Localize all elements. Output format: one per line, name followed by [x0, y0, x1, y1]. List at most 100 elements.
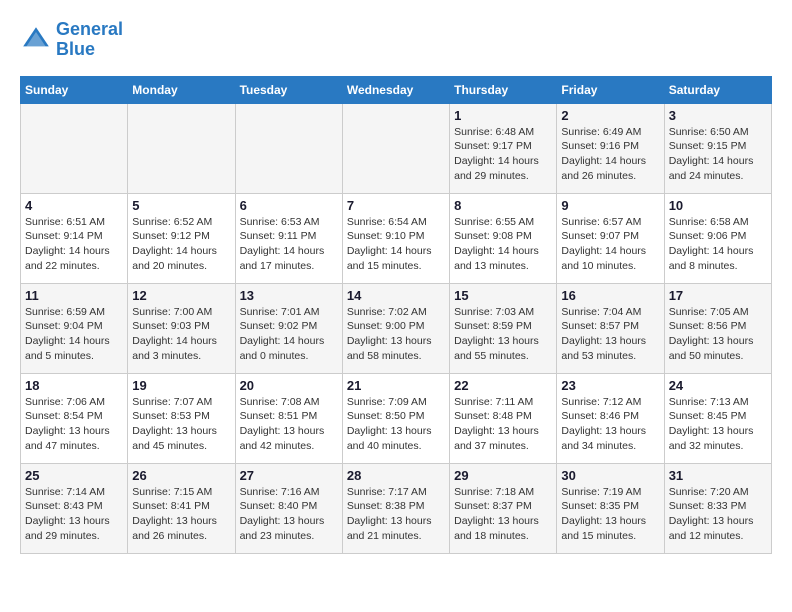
day-number: 8 [454, 198, 552, 213]
day-info: Sunrise: 7:13 AM Sunset: 8:45 PM Dayligh… [669, 395, 767, 454]
day-number: 14 [347, 288, 445, 303]
calendar-cell: 25Sunrise: 7:14 AM Sunset: 8:43 PM Dayli… [21, 463, 128, 553]
calendar-cell [235, 103, 342, 193]
day-info: Sunrise: 7:12 AM Sunset: 8:46 PM Dayligh… [561, 395, 659, 454]
day-info: Sunrise: 7:08 AM Sunset: 8:51 PM Dayligh… [240, 395, 338, 454]
calendar-cell: 9 Sunrise: 6:57 AM Sunset: 9:07 PM Daylig… [557, 193, 664, 283]
page-header: General Blue [20, 20, 772, 60]
day-info: Sunrise: 6:54 AM Sunset: 9:10 PM Dayligh… [347, 215, 445, 274]
calendar-cell: 14 Sunrise: 7:02 AM Sunset: 9:00 PM Dayli… [342, 283, 449, 373]
calendar-cell: 3 Sunrise: 6:50 AM Sunset: 9:15 PM Daylig… [664, 103, 771, 193]
calendar-cell: 13 Sunrise: 7:01 AM Sunset: 9:02 PM Dayli… [235, 283, 342, 373]
day-info: Sunrise: 7:00 AM Sunset: 9:03 PM Dayligh… [132, 305, 230, 364]
calendar-cell: 29 Sunrise: 7:18 AM Sunset: 8:37 PM Dayli… [450, 463, 557, 553]
day-info: Sunrise: 6:51 AM Sunset: 9:14 PM Dayligh… [25, 215, 123, 274]
day-number: 19 [132, 378, 230, 393]
day-number: 15 [454, 288, 552, 303]
weekday-header-tuesday: Tuesday [235, 76, 342, 103]
calendar-cell: 28 Sunrise: 7:17 AM Sunset: 8:38 PM Dayli… [342, 463, 449, 553]
day-info: Sunrise: 7:11 AM Sunset: 8:48 PM Dayligh… [454, 395, 552, 454]
day-number: 28 [347, 468, 445, 483]
day-info: Sunrise: 6:49 AM Sunset: 9:16 PM Dayligh… [561, 125, 659, 184]
calendar-cell [342, 103, 449, 193]
calendar-cell: 7 Sunrise: 6:54 AM Sunset: 9:10 PM Daylig… [342, 193, 449, 283]
calendar-cell: 16 Sunrise: 7:04 AM Sunset: 8:57 PM Dayli… [557, 283, 664, 373]
day-number: 11 [25, 288, 123, 303]
day-info: Sunrise: 7:04 AM Sunset: 8:57 PM Dayligh… [561, 305, 659, 364]
day-info: Sunrise: 7:05 AM Sunset: 8:56 PM Dayligh… [669, 305, 767, 364]
day-number: 25 [25, 468, 123, 483]
day-info: Sunrise: 7:19 AM Sunset: 8:35 PM Dayligh… [561, 485, 659, 544]
calendar-cell: 11 Sunrise: 6:59 AM Sunset: 9:04 PM Dayli… [21, 283, 128, 373]
day-info: Sunrise: 7:02 AM Sunset: 9:00 PM Dayligh… [347, 305, 445, 364]
calendar-cell: 24 Sunrise: 7:13 AM Sunset: 8:45 PM Dayli… [664, 373, 771, 463]
day-info: Sunrise: 7:06 AM Sunset: 8:54 PM Dayligh… [25, 395, 123, 454]
calendar-cell: 8 Sunrise: 6:55 AM Sunset: 9:08 PM Daylig… [450, 193, 557, 283]
day-number: 12 [132, 288, 230, 303]
calendar-cell: 17 Sunrise: 7:05 AM Sunset: 8:56 PM Dayli… [664, 283, 771, 373]
day-number: 3 [669, 108, 767, 123]
day-number: 9 [561, 198, 659, 213]
day-number: 30 [561, 468, 659, 483]
calendar-cell: 6 Sunrise: 6:53 AM Sunset: 9:11 PM Daylig… [235, 193, 342, 283]
day-info: Sunrise: 6:53 AM Sunset: 9:11 PM Dayligh… [240, 215, 338, 274]
calendar-cell: 22Sunrise: 7:11 AM Sunset: 8:48 PM Dayli… [450, 373, 557, 463]
calendar-cell [21, 103, 128, 193]
day-info: Sunrise: 6:59 AM Sunset: 9:04 PM Dayligh… [25, 305, 123, 364]
day-number: 29 [454, 468, 552, 483]
weekday-header-friday: Friday [557, 76, 664, 103]
day-info: Sunrise: 6:55 AM Sunset: 9:08 PM Dayligh… [454, 215, 552, 274]
day-info: Sunrise: 6:50 AM Sunset: 9:15 PM Dayligh… [669, 125, 767, 184]
day-number: 6 [240, 198, 338, 213]
calendar-week-1: 1 Sunrise: 6:48 AM Sunset: 9:17 PM Daylig… [21, 103, 772, 193]
day-info: Sunrise: 6:48 AM Sunset: 9:17 PM Dayligh… [454, 125, 552, 184]
calendar-cell: 20Sunrise: 7:08 AM Sunset: 8:51 PM Dayli… [235, 373, 342, 463]
calendar-cell: 5Sunrise: 6:52 AM Sunset: 9:12 PM Daylig… [128, 193, 235, 283]
calendar-cell: 12 Sunrise: 7:00 AM Sunset: 9:03 PM Dayli… [128, 283, 235, 373]
calendar-cell: 23 Sunrise: 7:12 AM Sunset: 8:46 PM Dayli… [557, 373, 664, 463]
day-info: Sunrise: 7:18 AM Sunset: 8:37 PM Dayligh… [454, 485, 552, 544]
calendar-cell: 10Sunrise: 6:58 AM Sunset: 9:06 PM Dayli… [664, 193, 771, 283]
weekday-header-sunday: Sunday [21, 76, 128, 103]
weekday-header-monday: Monday [128, 76, 235, 103]
logo: General Blue [20, 20, 123, 60]
day-info: Sunrise: 7:15 AM Sunset: 8:41 PM Dayligh… [132, 485, 230, 544]
calendar-cell: 27Sunrise: 7:16 AM Sunset: 8:40 PM Dayli… [235, 463, 342, 553]
calendar-table: SundayMondayTuesdayWednesdayThursdayFrid… [20, 76, 772, 554]
day-info: Sunrise: 7:20 AM Sunset: 8:33 PM Dayligh… [669, 485, 767, 544]
day-number: 18 [25, 378, 123, 393]
day-number: 26 [132, 468, 230, 483]
calendar-cell: 19Sunrise: 7:07 AM Sunset: 8:53 PM Dayli… [128, 373, 235, 463]
day-number: 13 [240, 288, 338, 303]
calendar-cell: 21Sunrise: 7:09 AM Sunset: 8:50 PM Dayli… [342, 373, 449, 463]
day-number: 2 [561, 108, 659, 123]
day-info: Sunrise: 6:52 AM Sunset: 9:12 PM Dayligh… [132, 215, 230, 274]
logo-icon [20, 24, 52, 56]
day-number: 23 [561, 378, 659, 393]
day-info: Sunrise: 6:57 AM Sunset: 9:07 PM Dayligh… [561, 215, 659, 274]
weekday-header-row: SundayMondayTuesdayWednesdayThursdayFrid… [21, 76, 772, 103]
day-number: 7 [347, 198, 445, 213]
calendar-cell: 2 Sunrise: 6:49 AM Sunset: 9:16 PM Daylig… [557, 103, 664, 193]
weekday-header-thursday: Thursday [450, 76, 557, 103]
calendar-week-3: 11 Sunrise: 6:59 AM Sunset: 9:04 PM Dayli… [21, 283, 772, 373]
calendar-week-2: 4Sunrise: 6:51 AM Sunset: 9:14 PM Daylig… [21, 193, 772, 283]
weekday-header-wednesday: Wednesday [342, 76, 449, 103]
calendar-week-5: 25Sunrise: 7:14 AM Sunset: 8:43 PM Dayli… [21, 463, 772, 553]
day-number: 1 [454, 108, 552, 123]
day-info: Sunrise: 7:01 AM Sunset: 9:02 PM Dayligh… [240, 305, 338, 364]
calendar-cell: 31Sunrise: 7:20 AM Sunset: 8:33 PM Dayli… [664, 463, 771, 553]
calendar-cell: 4Sunrise: 6:51 AM Sunset: 9:14 PM Daylig… [21, 193, 128, 283]
calendar-cell [128, 103, 235, 193]
logo-text: General Blue [56, 20, 123, 60]
day-number: 21 [347, 378, 445, 393]
day-number: 27 [240, 468, 338, 483]
day-info: Sunrise: 7:17 AM Sunset: 8:38 PM Dayligh… [347, 485, 445, 544]
day-number: 24 [669, 378, 767, 393]
day-number: 17 [669, 288, 767, 303]
calendar-cell: 15Sunrise: 7:03 AM Sunset: 8:59 PM Dayli… [450, 283, 557, 373]
day-number: 16 [561, 288, 659, 303]
day-number: 10 [669, 198, 767, 213]
calendar-week-4: 18 Sunrise: 7:06 AM Sunset: 8:54 PM Dayli… [21, 373, 772, 463]
calendar-cell: 30 Sunrise: 7:19 AM Sunset: 8:35 PM Dayli… [557, 463, 664, 553]
